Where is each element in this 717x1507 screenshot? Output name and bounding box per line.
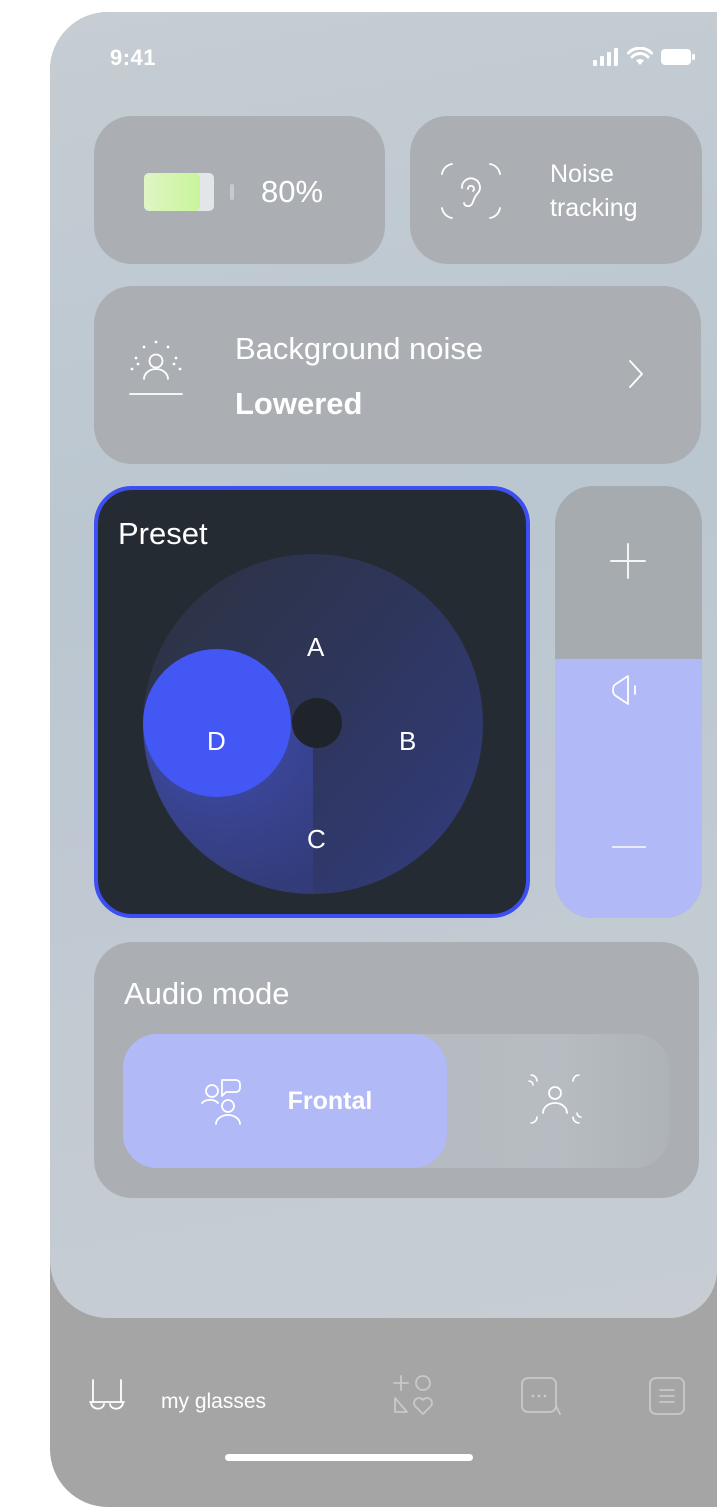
battery-gauge (144, 173, 214, 211)
audio-mode-frontal[interactable]: Frontal (123, 1034, 447, 1168)
preset-dial-center (292, 698, 342, 748)
noise-tracking-label: Noise tracking (550, 158, 638, 226)
status-time: 9:41 (110, 45, 157, 70)
speaker-icon (612, 675, 636, 705)
preset-option-a[interactable]: A (307, 632, 324, 663)
plus-icon[interactable] (607, 540, 649, 582)
preset-dial[interactable]: A B C D (143, 554, 483, 894)
audio-mode-card: Audio mode Frontal (94, 942, 699, 1198)
preset-card: Preset A B C D (94, 486, 530, 918)
audio-mode-frontal-label: Frontal (287, 1086, 373, 1115)
background-noise-button[interactable]: Background noise Lowered (94, 286, 701, 464)
volume-slider[interactable] (555, 486, 702, 918)
tab-my-glasses-label[interactable]: my glasses (161, 1390, 266, 1414)
frontal-audio-icon (200, 1079, 241, 1125)
audio-mode-segmented-control: Frontal (123, 1034, 669, 1168)
home-indicator[interactable] (225, 1454, 473, 1461)
background-noise-icon (129, 340, 183, 395)
shapes-heart-icon[interactable] (391, 1372, 435, 1418)
background-noise-value: Lowered (235, 386, 363, 421)
background-noise-title: Background noise (235, 331, 484, 366)
phone-screen: 9:41 80% Noise tracking Background noise… (50, 12, 717, 1507)
noise-tracking-button[interactable]: Noise tracking (410, 116, 702, 264)
wifi-icon (627, 47, 653, 65)
tab-bar: my glasses (50, 1318, 717, 1507)
minus-icon[interactable] (612, 846, 646, 848)
preset-option-b[interactable]: B (399, 726, 416, 757)
battery-status-icon (661, 48, 695, 65)
control-panel: 9:41 80% Noise tracking Background noise… (50, 12, 717, 1318)
document-list-icon[interactable] (648, 1374, 686, 1418)
surround-audio-icon[interactable] (523, 1067, 587, 1131)
preset-title: Preset (118, 516, 208, 551)
battery-gauge-tip (230, 184, 234, 200)
chevron-right-icon (629, 360, 643, 388)
battery-percent: 80% (261, 174, 324, 209)
audio-mode-title: Audio mode (124, 976, 290, 1011)
noise-tracking-line2: tracking (550, 193, 638, 222)
battery-card: 80% (94, 116, 385, 264)
ear-icon (441, 163, 501, 219)
preset-option-c[interactable]: C (307, 824, 326, 855)
cellular-signal-icon (593, 47, 618, 66)
noise-tracking-line1: Noise (550, 160, 614, 188)
preset-selected-knob[interactable] (143, 649, 291, 797)
glasses-icon[interactable] (88, 1376, 126, 1414)
preset-option-d[interactable]: D (207, 726, 226, 757)
chat-bubble-icon[interactable] (520, 1374, 562, 1418)
status-icons (593, 47, 695, 66)
battery-gauge-fill (144, 173, 200, 211)
